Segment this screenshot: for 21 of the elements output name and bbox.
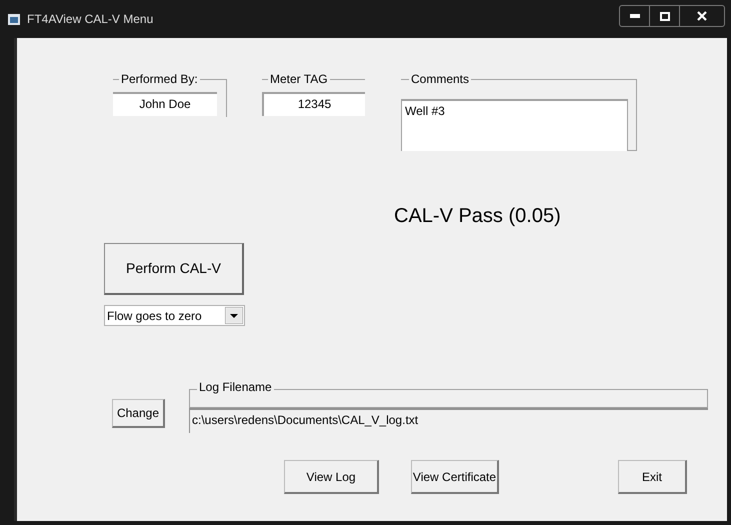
close-icon: [697, 11, 707, 21]
field-label: Comments: [409, 72, 472, 86]
view-log-button[interactable]: View Log: [284, 460, 379, 494]
view-certificate-button[interactable]: View Certificate: [411, 460, 499, 494]
app-icon: [8, 14, 20, 24]
maximize-icon: [660, 12, 670, 20]
result-text: CAL-V Pass (0.05): [394, 204, 562, 228]
comments-field[interactable]: Well #3: [401, 99, 628, 151]
window-title: FT4AView CAL-V Menu: [27, 11, 154, 28]
field-label: Log Filename: [197, 380, 274, 394]
exit-button[interactable]: Exit: [618, 460, 687, 494]
meter-tag-field[interactable]: 12345: [262, 92, 365, 116]
perform-button[interactable]: Perform CAL-V: [104, 243, 244, 295]
change-button[interactable]: Change: [112, 399, 165, 428]
performed-by-field[interactable]: John Doe: [113, 92, 217, 116]
log-filename-field[interactable]: c:\users\redens\Documents\CAL_V_log.txt: [189, 408, 708, 433]
field-label: Meter TAG: [268, 72, 330, 86]
mode-dropdown[interactable]: Flow goes to zero: [104, 305, 245, 326]
dropdown-arrow-icon: [225, 307, 243, 324]
minimize-icon: [630, 14, 640, 18]
field-label: Performed By:: [119, 72, 200, 86]
